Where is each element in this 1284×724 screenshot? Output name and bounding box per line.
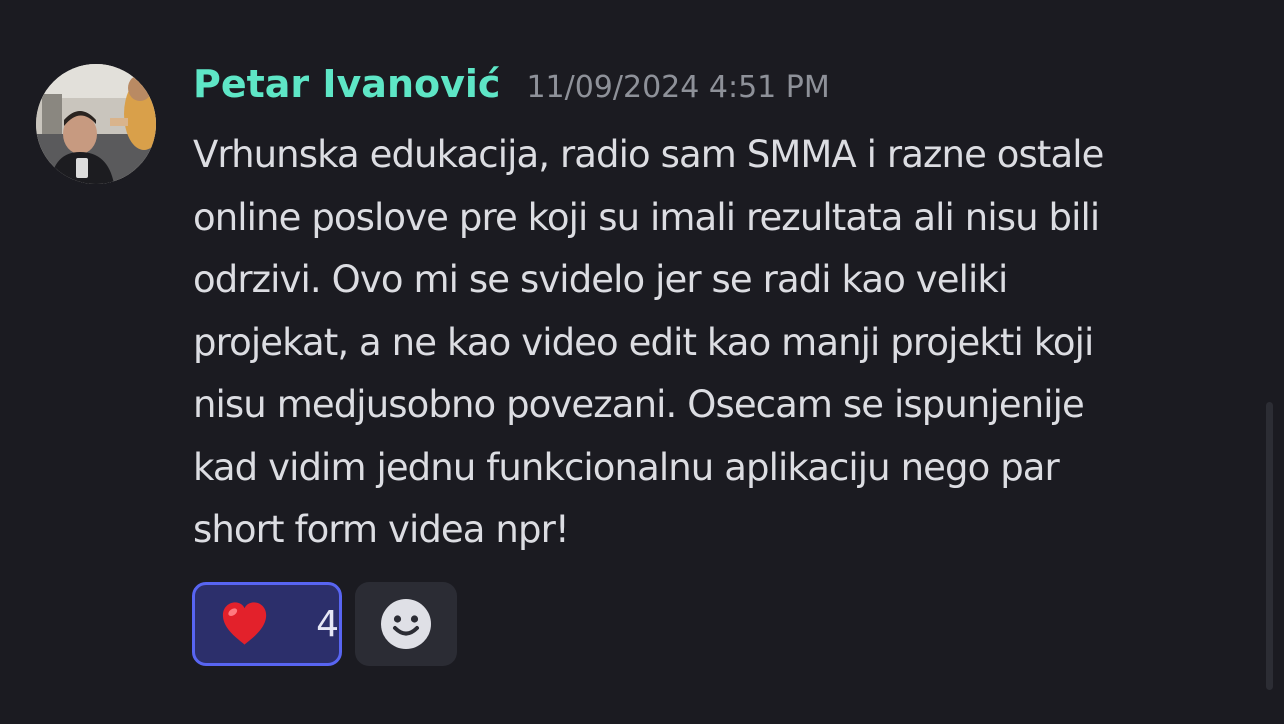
- scrollbar[interactable]: [1266, 402, 1273, 690]
- heart-icon: [222, 602, 267, 645]
- reactions-bar: 4: [192, 582, 457, 666]
- chat-message: Petar Ivanović 11/09/2024 4:51 PM Vrhuns…: [0, 0, 1284, 724]
- smiley-add-reaction-icon: [381, 599, 431, 649]
- message-line: odrzivi. Ovo mi se svidelo jer se radi k…: [193, 258, 1008, 301]
- message-line: short form videa npr!: [193, 508, 570, 551]
- reaction-count: 4: [316, 603, 339, 645]
- avatar-photo: [36, 64, 156, 184]
- message-line: projekat, a ne kao video edit kao manji …: [193, 320, 1094, 364]
- author-name[interactable]: Petar Ivanović: [193, 62, 500, 106]
- message-content: Vrhunska edukacija, radio sam SMMA i raz…: [193, 124, 1253, 562]
- message-line: Vrhunska edukacija, radio sam SMMA i raz…: [193, 133, 1104, 176]
- heart-reaction-button[interactable]: 4: [192, 582, 342, 666]
- avatar[interactable]: [36, 64, 156, 184]
- message-line: nisu medjusobno povezani. Osecam se ispu…: [193, 383, 1085, 426]
- message-line: online poslove pre koji su imali rezulta…: [193, 195, 1100, 239]
- message-header: Petar Ivanović 11/09/2024 4:51 PM: [193, 62, 830, 112]
- add-reaction-button[interactable]: [355, 582, 457, 666]
- message-timestamp: 11/09/2024 4:51 PM: [526, 70, 830, 105]
- message-line: kad vidim jednu funkcionalnu aplikaciju …: [193, 445, 1060, 489]
